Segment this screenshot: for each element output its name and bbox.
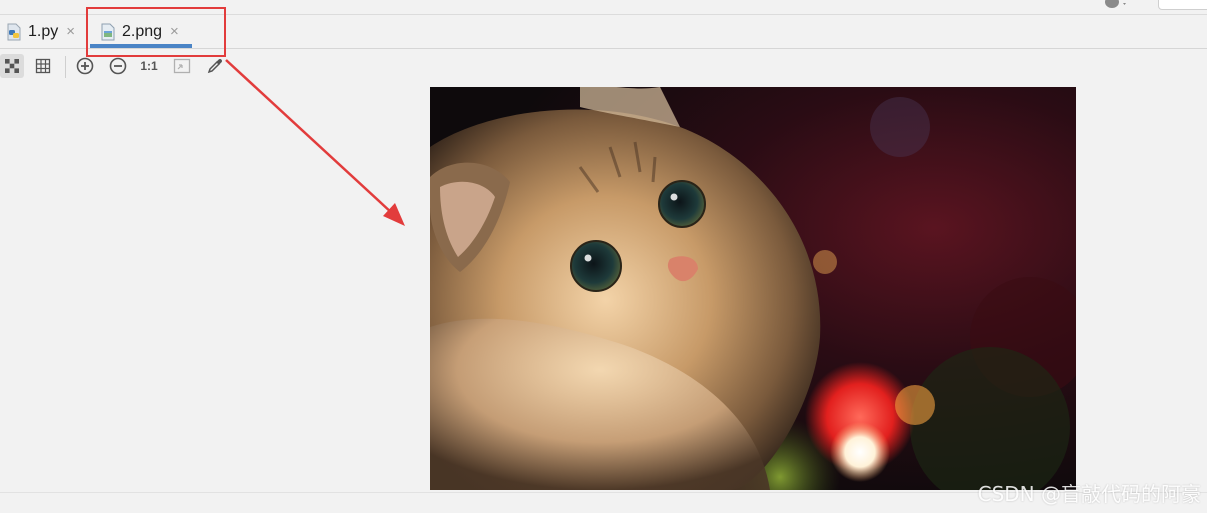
chessboard-icon — [5, 59, 19, 73]
zoom-out-icon — [109, 57, 127, 75]
fit-zoom-button[interactable] — [170, 54, 194, 78]
grid-button[interactable] — [31, 54, 55, 78]
color-picker-button[interactable] — [203, 54, 227, 78]
python-file-icon — [7, 23, 21, 40]
user-icon[interactable] — [1103, 0, 1127, 8]
zoom-in-icon — [76, 57, 94, 75]
actual-size-button[interactable]: 1:1 — [137, 54, 161, 78]
image-file-icon — [101, 23, 115, 40]
color-picker-icon — [207, 59, 222, 74]
tab-1-py[interactable]: 1.py × — [6, 15, 79, 48]
cat-photo — [430, 87, 1076, 490]
actual-size-icon: 1:1 — [140, 59, 158, 73]
toolbar-separator — [65, 56, 66, 78]
chessboard-button[interactable] — [0, 54, 24, 78]
fit-zoom-icon — [173, 58, 191, 74]
run-config-widget[interactable] — [1158, 0, 1207, 10]
zoom-out-button[interactable] — [106, 54, 130, 78]
tab-label: 2.png — [122, 22, 163, 40]
editor-tab-bar: 1.py × 2.png × — [0, 15, 1207, 49]
zoom-in-button[interactable] — [73, 54, 97, 78]
window-top-strip — [0, 0, 1207, 15]
grid-icon — [35, 58, 51, 74]
close-icon[interactable]: × — [66, 23, 75, 40]
active-tab-indicator — [90, 44, 192, 48]
close-icon[interactable]: × — [170, 23, 179, 40]
watermark: CSDN @盲敲代码的阿豪 — [977, 482, 1201, 506]
image-viewer-toolbar: 1:1 — [0, 52, 240, 82]
tab-label: 1.py — [28, 22, 59, 40]
image-canvas[interactable] — [430, 87, 1076, 490]
